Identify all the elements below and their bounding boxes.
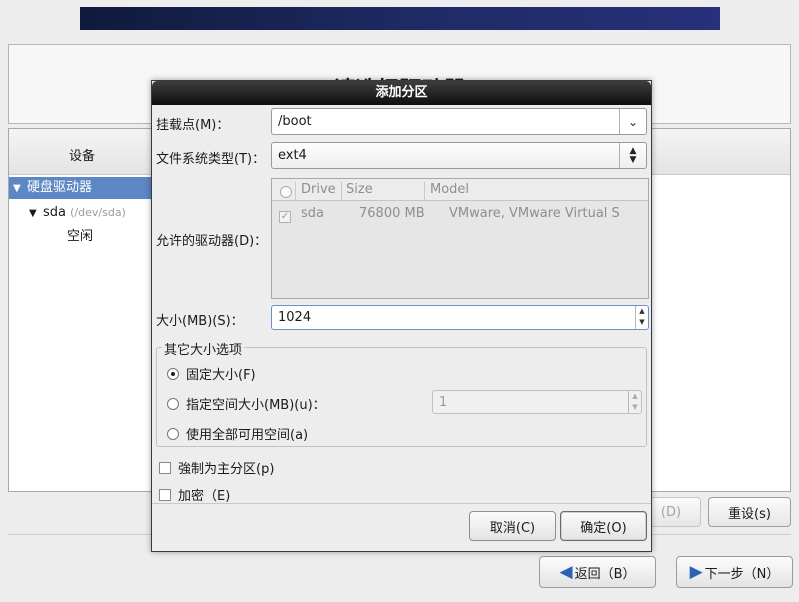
spin-arrows-icon[interactable]: ▲ ▼ [635,306,648,329]
other-size-options: 其它大小选项 固定大小(F) 指定空间大小(MB)(u)： 1 ▲ ▼ 使用全部可… [156,339,647,447]
drives-list-header: Drive Size Model [272,179,648,201]
size-value[interactable]: 1024 [278,310,311,325]
encrypt-label: 加密（E) [178,489,231,504]
tree-item-free[interactable]: 空闲 [67,226,93,248]
next-button-label: 下一步（N） [704,566,780,582]
spin-arrows-icon: ▲ ▼ [628,391,641,413]
drive-row-sda[interactable]: ✓ sda 76800 MB VMware, VMware Virtual S [272,203,648,225]
mount-point-label: 挂载点(M)： [156,118,230,133]
checkbox-icon[interactable] [159,488,171,501]
tree-item-label: sda [43,205,66,220]
column-header-device: 设备 [69,149,96,164]
tree-item-hard-drives[interactable]: ▼ 硬盘驱动器 [9,177,151,199]
expander-down-icon[interactable]: ▼ [13,178,27,200]
size-label: 大小(MB)(S)： [156,314,244,329]
tree-item-label: 硬盘驱动器 [27,180,93,195]
drive-checkbox[interactable]: ✓ [279,211,291,223]
back-button[interactable]: ◀ 返回（B） [539,556,656,588]
drives-list[interactable]: Drive Size Model ✓ sda 76800 MB VMware, … [271,178,649,299]
tree-item-sda[interactable]: ▼ sda (/dev/sda) [29,202,126,224]
updown-arrows-icon: ▲ ▼ [619,143,646,168]
column-size: Size [346,182,373,197]
dialog-divider [152,503,651,504]
radio-fixed-size-label: 固定大小(F) [186,368,256,383]
radio-icon[interactable] [167,397,179,410]
other-size-options-title: 其它大小选项 [162,339,245,358]
header-banner [80,7,720,30]
radio-icon[interactable] [167,427,179,440]
tree-item-sublabel: (/dev/sda) [70,206,126,219]
fill-to-size-value: 1 [439,395,448,410]
mount-point-value[interactable]: /boot [278,114,312,129]
radio-fill-all[interactable]: 使用全部可用空间(a) [167,424,308,443]
radio-icon[interactable] [167,367,179,380]
drive-size: 76800 MB [359,206,425,221]
radio-fixed-size[interactable]: 固定大小(F) [167,364,256,383]
add-partition-dialog: 添加分区 挂载点(M)： /boot ⌄ 文件系统类型(T)： ext4 ▲ ▼ … [151,80,652,552]
next-button[interactable]: ▶ 下一步（N） [676,556,793,588]
force-primary-label: 強制为主分区(p) [178,462,275,477]
drive-name: sda [301,206,324,221]
reset-button[interactable]: 重设(s) [708,497,791,527]
fill-to-size-spinbox[interactable]: 1 ▲ ▼ [432,390,642,414]
drives-label: 允许的驱动器(D)： [156,234,268,249]
size-spinbox[interactable]: 1024 ▲ ▼ [271,305,649,330]
cancel-button[interactable]: 取消(C) [469,511,556,541]
dialog-title: 添加分区 [152,81,651,105]
fs-type-select[interactable]: ext4 ▲ ▼ [271,142,647,169]
fs-type-label: 文件系统类型(T)： [156,152,266,167]
column-radio-icon [280,186,292,198]
tree-item-label: 空闲 [67,229,94,244]
mount-point-combo[interactable]: /boot ⌄ [271,108,647,135]
back-button-label: 返回（B） [574,566,636,582]
checkbox-icon[interactable] [159,461,171,474]
arrow-left-icon: ◀ [559,562,573,582]
radio-fill-to-size-label: 指定空间大小(MB)(u)： [186,398,326,413]
chevron-down-icon[interactable]: ⌄ [619,109,646,134]
radio-fill-all-label: 使用全部可用空间(a) [186,428,309,443]
radio-fill-to-size[interactable]: 指定空间大小(MB)(u)： [167,394,326,413]
ok-button[interactable]: 确定(O) [560,511,647,541]
column-drive: Drive [301,182,336,197]
fs-type-value: ext4 [278,148,307,163]
drive-model: VMware, VMware Virtual S [449,206,620,221]
arrow-right-icon: ▶ [689,562,703,582]
expander-down-icon[interactable]: ▼ [29,203,43,225]
encrypt-checkbox[interactable]: 加密（E) [159,485,230,504]
column-model: Model [430,182,470,197]
force-primary-checkbox[interactable]: 強制为主分区(p) [159,458,274,477]
